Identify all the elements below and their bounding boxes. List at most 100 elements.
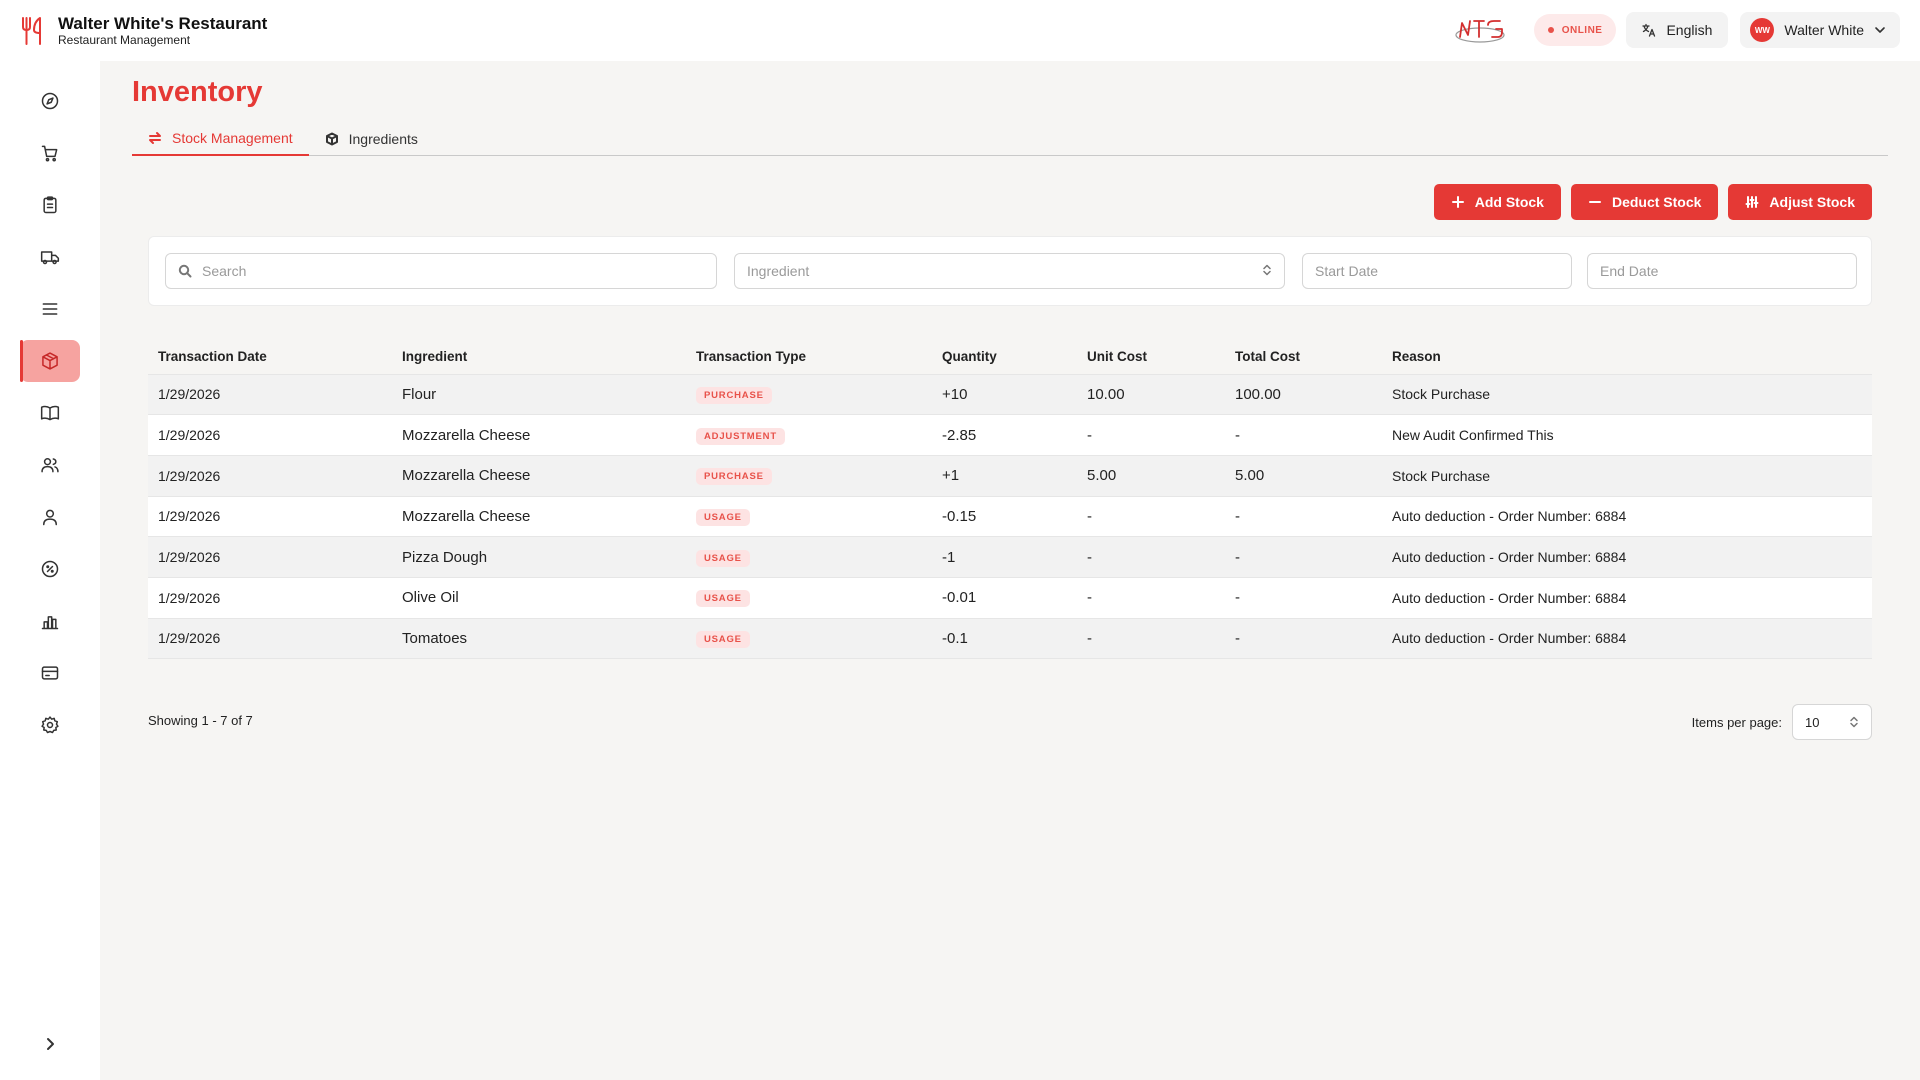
- quantity-cell: +10: [932, 374, 1077, 416]
- table-row[interactable]: 1/29/2026 Olive Oil USAGE -0.01 - - Auto…: [148, 577, 1872, 619]
- column-header[interactable]: Quantity: [932, 340, 1077, 375]
- sidebar-item-delivery[interactable]: [20, 236, 80, 278]
- unit-cost-cell: -: [1077, 414, 1225, 456]
- card-icon: [41, 666, 59, 680]
- column-header[interactable]: Transaction Date: [148, 340, 392, 375]
- sidebar-item-reports[interactable]: [20, 600, 80, 642]
- sidebar-item-settings[interactable]: [20, 704, 80, 746]
- sidebar-item-inventory[interactable]: [20, 340, 80, 382]
- add-stock-button[interactable]: Add Stock: [1433, 184, 1561, 220]
- restaurant-subtitle: Restaurant Management: [58, 33, 191, 47]
- box-icon: [325, 132, 338, 146]
- search-input[interactable]: Search: [165, 253, 717, 289]
- ingredient-cell: Flour: [392, 374, 686, 416]
- table-row[interactable]: 1/29/2026 Flour PURCHASE +10 10.00 100.0…: [148, 374, 1872, 416]
- status-dot-icon: [1547, 27, 1554, 33]
- unit-cost-cell: -: [1077, 536, 1225, 578]
- ingredient-cell: Pizza Dough: [392, 536, 686, 578]
- quantity-cell: -0.15: [932, 496, 1077, 538]
- total-cost-cell: -: [1225, 536, 1382, 578]
- dashboard-icon: [41, 92, 59, 110]
- stock-transactions-table: Transaction Date Ingredient Transaction …: [148, 340, 1872, 660]
- unit-cost-cell: -: [1077, 496, 1225, 538]
- sidebar-item-tasks[interactable]: [20, 184, 80, 226]
- unit-cost-cell: -: [1077, 618, 1225, 660]
- book-icon: [40, 405, 60, 421]
- tab-stock-management[interactable]: Stock Management: [132, 122, 309, 156]
- chart-icon: [41, 616, 59, 630]
- gear-icon: [41, 716, 59, 734]
- date-cell: 1/29/2026: [148, 536, 392, 578]
- reason-cell: Auto deduction - Order Number: 6884: [1382, 577, 1872, 619]
- users-icon: [41, 458, 59, 473]
- deduct-stock-button[interactable]: Deduct Stock: [1570, 184, 1719, 220]
- ingredient-select[interactable]: Ingredient: [734, 253, 1285, 289]
- items-per-page-label: Items per page:: [1691, 714, 1782, 730]
- sidebar-item-customers[interactable]: [20, 496, 80, 538]
- ingredient-cell: Olive Oil: [392, 577, 686, 619]
- chevron-right-icon: [47, 1038, 54, 1050]
- user-menu[interactable]: WW Walter White: [1740, 12, 1900, 48]
- sidebar-expand-button[interactable]: [38, 1032, 62, 1056]
- table-row[interactable]: 1/29/2026 Mozzarella Cheese ADJUSTMENT -…: [148, 414, 1872, 456]
- sidebar-item-payments[interactable]: [20, 652, 80, 694]
- start-date-placeholder: Start Date: [1315, 263, 1379, 279]
- sidebar-item-menu[interactable]: [20, 288, 80, 330]
- column-header[interactable]: Ingredient: [392, 340, 686, 375]
- partner-logo-icon: [1455, 20, 1505, 43]
- table-row[interactable]: 1/29/2026 Pizza Dough USAGE -1 - - Auto …: [148, 536, 1872, 578]
- transaction-type-badge: USAGE: [696, 590, 750, 608]
- plus-icon: [1451, 196, 1464, 208]
- table-row[interactable]: 1/29/2026 Mozzarella Cheese USAGE -0.15 …: [148, 496, 1872, 538]
- language-selector[interactable]: English: [1626, 12, 1729, 48]
- sliders-icon: [1745, 196, 1759, 208]
- chevron-updown-icon: [1850, 716, 1858, 728]
- date-cell: 1/29/2026: [148, 374, 392, 416]
- brand: Walter White's Restaurant Restaurant Man…: [20, 14, 267, 47]
- action-buttons: Add Stock Deduct Stock Adjust Stock: [1433, 184, 1872, 220]
- language-label: English: [1666, 22, 1713, 38]
- sidebar-item-orders[interactable]: [20, 132, 80, 174]
- date-cell: 1/29/2026: [148, 414, 392, 456]
- tab-ingredients[interactable]: Ingredients: [309, 122, 434, 156]
- table-row[interactable]: 1/29/2026 Mozzarella Cheese PURCHASE +1 …: [148, 455, 1872, 497]
- reason-cell: Auto deduction - Order Number: 6884: [1382, 618, 1872, 660]
- sidebar-item-recipes[interactable]: [20, 392, 80, 434]
- status-text: ONLINE: [1561, 24, 1603, 36]
- ingredient-placeholder: Ingredient: [747, 263, 810, 279]
- sidebar-item-discounts[interactable]: [20, 548, 80, 590]
- add-stock-label: Add Stock: [1474, 194, 1544, 210]
- quantity-cell: -2.85: [932, 414, 1077, 456]
- start-date-input[interactable]: Start Date: [1302, 253, 1572, 289]
- menu-icon: [42, 303, 58, 315]
- adjust-stock-button[interactable]: Adjust Stock: [1728, 184, 1872, 220]
- tab-label: Ingredients: [348, 131, 418, 147]
- clipboard-icon: [43, 196, 57, 214]
- truck-icon: [40, 251, 60, 265]
- column-header[interactable]: Unit Cost: [1077, 340, 1225, 375]
- tab-label: Stock Management: [172, 130, 293, 146]
- table-row[interactable]: 1/29/2026 Tomatoes USAGE -0.1 - - Auto d…: [148, 618, 1872, 660]
- unit-cost-cell: 5.00: [1077, 455, 1225, 497]
- end-date-input[interactable]: End Date: [1587, 253, 1857, 289]
- box-icon: [42, 352, 58, 370]
- filter-panel: Search Ingredient Start Date End Date: [148, 236, 1872, 306]
- items-per-page: Items per page: 10: [1692, 704, 1872, 740]
- items-per-page-select[interactable]: 10: [1792, 704, 1872, 740]
- restaurant-name: Walter White's Restaurant: [58, 14, 268, 33]
- translate-icon: [1642, 23, 1656, 37]
- column-header[interactable]: Total Cost: [1225, 340, 1382, 375]
- total-cost-cell: -: [1225, 577, 1382, 619]
- pagination-summary: Showing 1 - 7 of 7: [148, 713, 253, 728]
- total-cost-cell: 5.00: [1225, 455, 1382, 497]
- sidebar-item-dashboard[interactable]: [20, 80, 80, 122]
- quantity-cell: -0.01: [932, 577, 1077, 619]
- ingredient-cell: Mozzarella Cheese: [392, 455, 686, 497]
- column-header[interactable]: Reason: [1382, 340, 1872, 375]
- reason-cell: Auto deduction - Order Number: 6884: [1382, 496, 1872, 538]
- date-cell: 1/29/2026: [148, 496, 392, 538]
- table-header-row: Transaction Date Ingredient Transaction …: [148, 340, 1872, 375]
- column-header[interactable]: Transaction Type: [686, 340, 932, 375]
- ingredient-cell: Mozzarella Cheese: [392, 496, 686, 538]
- sidebar-item-staff[interactable]: [20, 444, 80, 486]
